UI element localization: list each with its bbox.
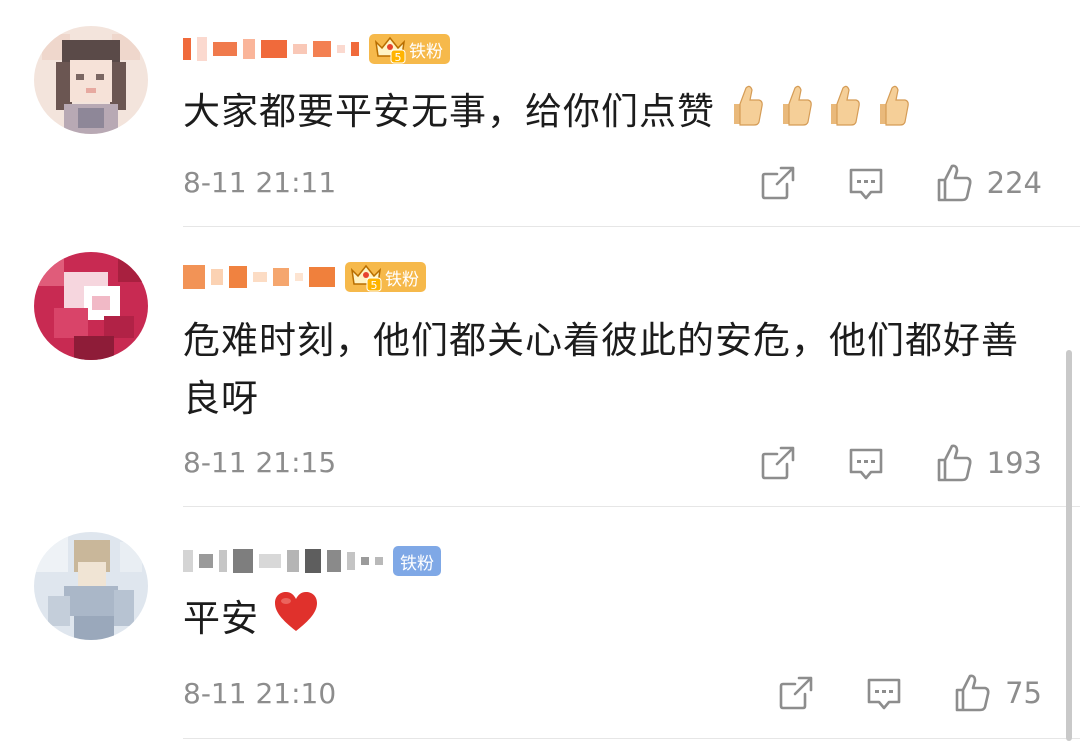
- crown-icon: 5: [350, 264, 382, 292]
- divider: [183, 738, 1080, 739]
- username-pixelated[interactable]: [183, 546, 383, 576]
- badge-label: 铁粉: [385, 269, 419, 290]
- comment-text: 大家都要平安无事，给你们点赞: [183, 82, 1043, 145]
- share-icon[interactable]: [775, 672, 817, 714]
- username[interactable]: 5 铁粉: [183, 262, 426, 292]
- avatar[interactable]: [34, 532, 148, 640]
- badge-label: 铁粉: [409, 41, 443, 62]
- timestamp: 8-11 21:15: [183, 446, 337, 479]
- like-icon[interactable]: [933, 162, 975, 204]
- iron-fan-badge[interactable]: 5 铁粉: [369, 34, 450, 64]
- thumbs-up-emoji: [777, 82, 813, 145]
- timestamp: 8-11 21:10: [183, 677, 337, 710]
- crown-icon: 5: [374, 36, 406, 64]
- timestamp: 8-11 21:11: [183, 166, 337, 199]
- thumbs-up-emoji: [874, 82, 910, 145]
- share-icon[interactable]: [757, 162, 799, 204]
- thumbs-up-emoji: [825, 82, 861, 145]
- comment-text: 危难时刻，他们都关心着彼此的安危，他们都好善良呀: [183, 319, 1019, 420]
- username[interactable]: 5 铁粉: [183, 34, 450, 64]
- thumbs-up-emoji: [728, 82, 764, 145]
- svg-text:5: 5: [371, 279, 378, 292]
- avatar[interactable]: [34, 26, 148, 134]
- like-icon[interactable]: [951, 672, 993, 714]
- username[interactable]: 铁粉: [183, 546, 441, 576]
- red-heart-emoji: [272, 590, 320, 651]
- comment-icon[interactable]: [845, 442, 887, 484]
- like-count: 75: [1005, 676, 1042, 710]
- comment-actions: 75: [775, 672, 1042, 714]
- comment-icon[interactable]: [863, 672, 905, 714]
- comment-icon[interactable]: [845, 162, 887, 204]
- comment-text: 平安: [183, 590, 1043, 651]
- svg-text:5: 5: [395, 51, 402, 64]
- iron-fan-badge[interactable]: 5 铁粉: [345, 262, 426, 292]
- divider: [183, 506, 1080, 507]
- like-icon[interactable]: [933, 442, 975, 484]
- share-icon[interactable]: [757, 442, 799, 484]
- iron-fan-badge[interactable]: 铁粉: [393, 546, 441, 576]
- comment-list: 5 铁粉 大家都要平安无事，给你们点赞 8-11 21:11 224 5 铁粉 …: [0, 0, 1080, 741]
- username-pixelated[interactable]: [183, 262, 335, 292]
- like-count: 224: [986, 166, 1042, 200]
- like-count: 193: [986, 446, 1042, 480]
- divider: [183, 226, 1080, 227]
- avatar[interactable]: [34, 252, 148, 360]
- badge-label: 铁粉: [400, 553, 434, 574]
- comment-actions: 224: [757, 162, 1042, 204]
- username-pixelated[interactable]: [183, 34, 359, 64]
- comment-actions: 193: [757, 442, 1042, 484]
- scrollbar[interactable]: [1066, 350, 1072, 741]
